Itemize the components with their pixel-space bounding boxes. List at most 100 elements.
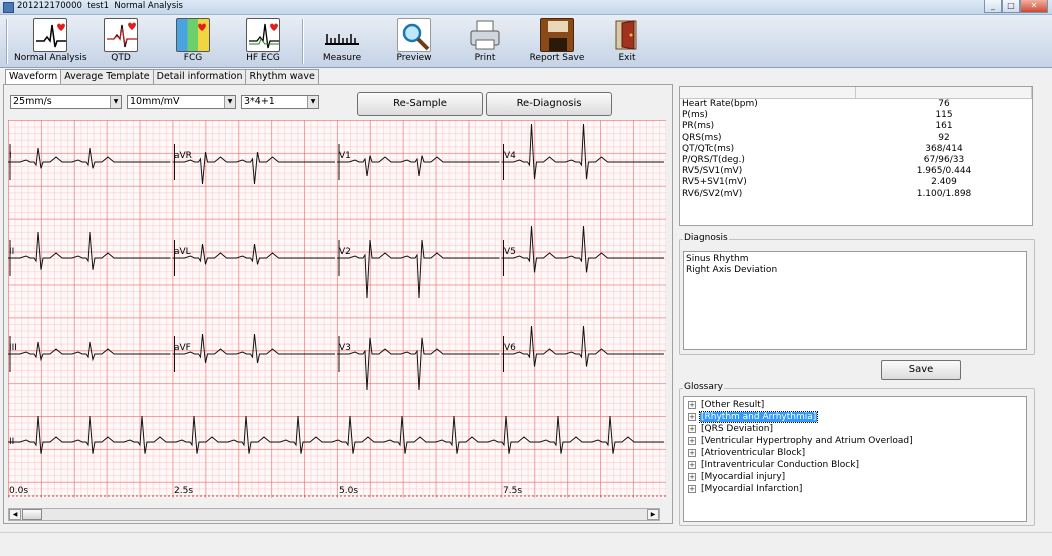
param-value: 1.100/1.898 <box>916 188 972 199</box>
layout-select[interactable]: 3*4+1 ▼ <box>241 95 319 109</box>
window-title: 201212170000 test1 Normal Analysis <box>17 1 183 11</box>
chevron-down-icon: ▼ <box>224 96 235 108</box>
param-value: 2.409 <box>931 177 957 188</box>
maximize-button[interactable]: □ <box>1002 0 1020 13</box>
glossary-item-label: [Myocardial injury] <box>701 472 786 482</box>
diagnosis-textbox[interactable]: Sinus Rhythm Right Axis Deviation <box>683 251 1027 350</box>
glossary-item-label: [Intraventricular Conduction Block] <box>701 460 859 470</box>
tab-waveform[interactable]: Waveform <box>5 69 62 85</box>
fcg-button[interactable]: FCG <box>172 18 214 63</box>
hf-ecg-label: HF ECG <box>246 53 280 63</box>
glossary-item-label: [Rhythm and Arrhythmia] <box>698 411 819 423</box>
report-save-button[interactable]: Report Save <box>526 18 588 63</box>
glossary-item[interactable]: + [Myocardial Infarction] <box>684 483 1026 495</box>
param-value: 368/414 <box>925 143 963 154</box>
printer-icon <box>468 18 502 52</box>
minimize-button[interactable]: _ <box>984 0 1002 13</box>
glossary-title: Glossary <box>683 382 724 392</box>
measure-button[interactable]: Measure <box>320 18 364 63</box>
ecg-trace <box>8 231 171 270</box>
glossary-item[interactable]: + [Myocardial injury] <box>684 471 1026 483</box>
lead-label: II <box>9 247 15 257</box>
qtd-icon <box>104 18 138 52</box>
expand-icon[interactable]: + <box>688 485 696 493</box>
expand-icon[interactable]: + <box>688 425 696 433</box>
status-bar <box>0 532 1052 556</box>
glossary-item[interactable]: + [Rhythm and Arrhythmia] <box>684 411 1026 423</box>
ecg-heart-icon <box>33 18 67 52</box>
tab-detail-information[interactable]: Detail information <box>152 69 247 84</box>
ecg-trace <box>172 243 335 265</box>
window-controls: _ □ ✕ <box>984 0 1048 13</box>
toolbar-separator <box>302 19 304 64</box>
fcg-label: FCG <box>183 53 203 63</box>
glossary-item[interactable]: + [QRS Deviation] <box>684 423 1026 435</box>
floppy-icon <box>540 18 574 52</box>
param-value: 1.965/0.444 <box>916 166 972 177</box>
expand-icon[interactable]: + <box>688 449 696 457</box>
lead-label: V5 <box>504 247 516 257</box>
table-row: Heart Rate(bpm) 76 <box>680 99 1032 110</box>
qtd-button[interactable]: QTD <box>100 18 142 63</box>
glossary-item[interactable]: + [Atrioventricular Block] <box>684 447 1026 459</box>
param-name: P(ms) <box>682 110 708 121</box>
normal-analysis-label: Normal Analysis <box>14 53 87 63</box>
lead-label: II <box>9 437 15 447</box>
time-label: 0.0s <box>9 486 29 496</box>
exit-button[interactable]: Exit <box>610 18 644 63</box>
resample-button[interactable]: Re-Sample <box>357 92 483 116</box>
expand-icon[interactable]: + <box>688 461 696 469</box>
chevron-down-icon: ▼ <box>307 96 318 108</box>
print-button[interactable]: Print <box>468 18 502 63</box>
diagnosis-line: Right Axis Deviation <box>686 265 778 275</box>
diagnosis-line: Sinus Rhythm <box>686 254 749 264</box>
normal-analysis-button[interactable]: Normal Analysis <box>14 18 87 63</box>
preview-label: Preview <box>396 53 432 63</box>
print-label: Print <box>474 53 496 63</box>
ecg-trace <box>501 325 664 367</box>
scroll-thumb[interactable] <box>22 509 42 520</box>
expand-icon[interactable]: + <box>688 473 696 481</box>
scroll-right-icon[interactable]: ▶ <box>647 509 659 520</box>
door-icon <box>610 18 644 52</box>
hf-ecg-button[interactable]: HF ECG <box>238 18 288 63</box>
param-value: 76 <box>938 99 950 109</box>
expand-icon[interactable]: + <box>688 413 696 421</box>
preview-button[interactable]: Preview <box>394 18 434 63</box>
lead-label: aVL <box>174 247 191 257</box>
save-button[interactable]: Save <box>881 360 961 380</box>
title-bar: 201212170000 test1 Normal Analysis _ □ ✕ <box>0 0 1052 15</box>
ecg-trace <box>172 152 335 185</box>
ecg-trace <box>8 147 171 169</box>
table-row: PR(ms) 161 <box>680 121 1032 132</box>
param-name: P/QRS/T(deg.) <box>682 154 745 165</box>
gain-select[interactable]: 10mm/mV ▼ <box>127 95 236 109</box>
glossary-item[interactable]: + [Intraventricular Conduction Block] <box>684 459 1026 471</box>
tab-average-template[interactable]: Average Template <box>60 69 154 84</box>
ecg-traces <box>8 123 666 497</box>
glossary-tree[interactable]: + [Other Result] + [Rhythm and Arrhythmia] +… <box>683 396 1027 522</box>
app-icon <box>3 2 14 13</box>
glossary-item[interactable]: + [Other Result] <box>684 399 1026 411</box>
table-row: QT/QTc(ms) 368/414 <box>680 144 1032 155</box>
glossary-item[interactable]: + [Ventricular Hypertrophy and Atrium Ove… <box>684 435 1026 447</box>
rediagnosis-button[interactable]: Re-Diagnosis <box>486 92 612 116</box>
param-name: RV5/SV1(mV) <box>682 166 743 177</box>
scroll-left-icon[interactable]: ◀ <box>9 509 21 520</box>
param-value: 67/96/33 <box>923 154 965 165</box>
close-button[interactable]: ✕ <box>1020 0 1048 13</box>
expand-icon[interactable]: + <box>688 437 696 445</box>
table-row: QRS(ms) 92 <box>680 133 1032 144</box>
toolbar: Normal Analysis QTD FCG HF ECG Measure P… <box>0 15 1052 68</box>
time-label: 2.5s <box>174 486 194 496</box>
ecg-trace <box>8 341 171 362</box>
tab-rhythm-wave[interactable]: Rhythm wave <box>245 69 319 84</box>
table-row: RV5/SV1(mV) 1.965/0.444 <box>680 166 1032 177</box>
speed-select[interactable]: 25mm/s ▼ <box>10 95 122 109</box>
ecg-trace <box>337 155 500 177</box>
horizontal-scrollbar[interactable]: ◀ ▶ <box>8 508 660 521</box>
ecg-waveform-grid[interactable]: I aVR V1 V4 II aVL V2 V5 III aVF V3 V6 I… <box>8 120 666 498</box>
param-value: 92 <box>938 132 950 143</box>
lead-label: V6 <box>504 343 516 353</box>
expand-icon[interactable]: + <box>688 401 696 409</box>
